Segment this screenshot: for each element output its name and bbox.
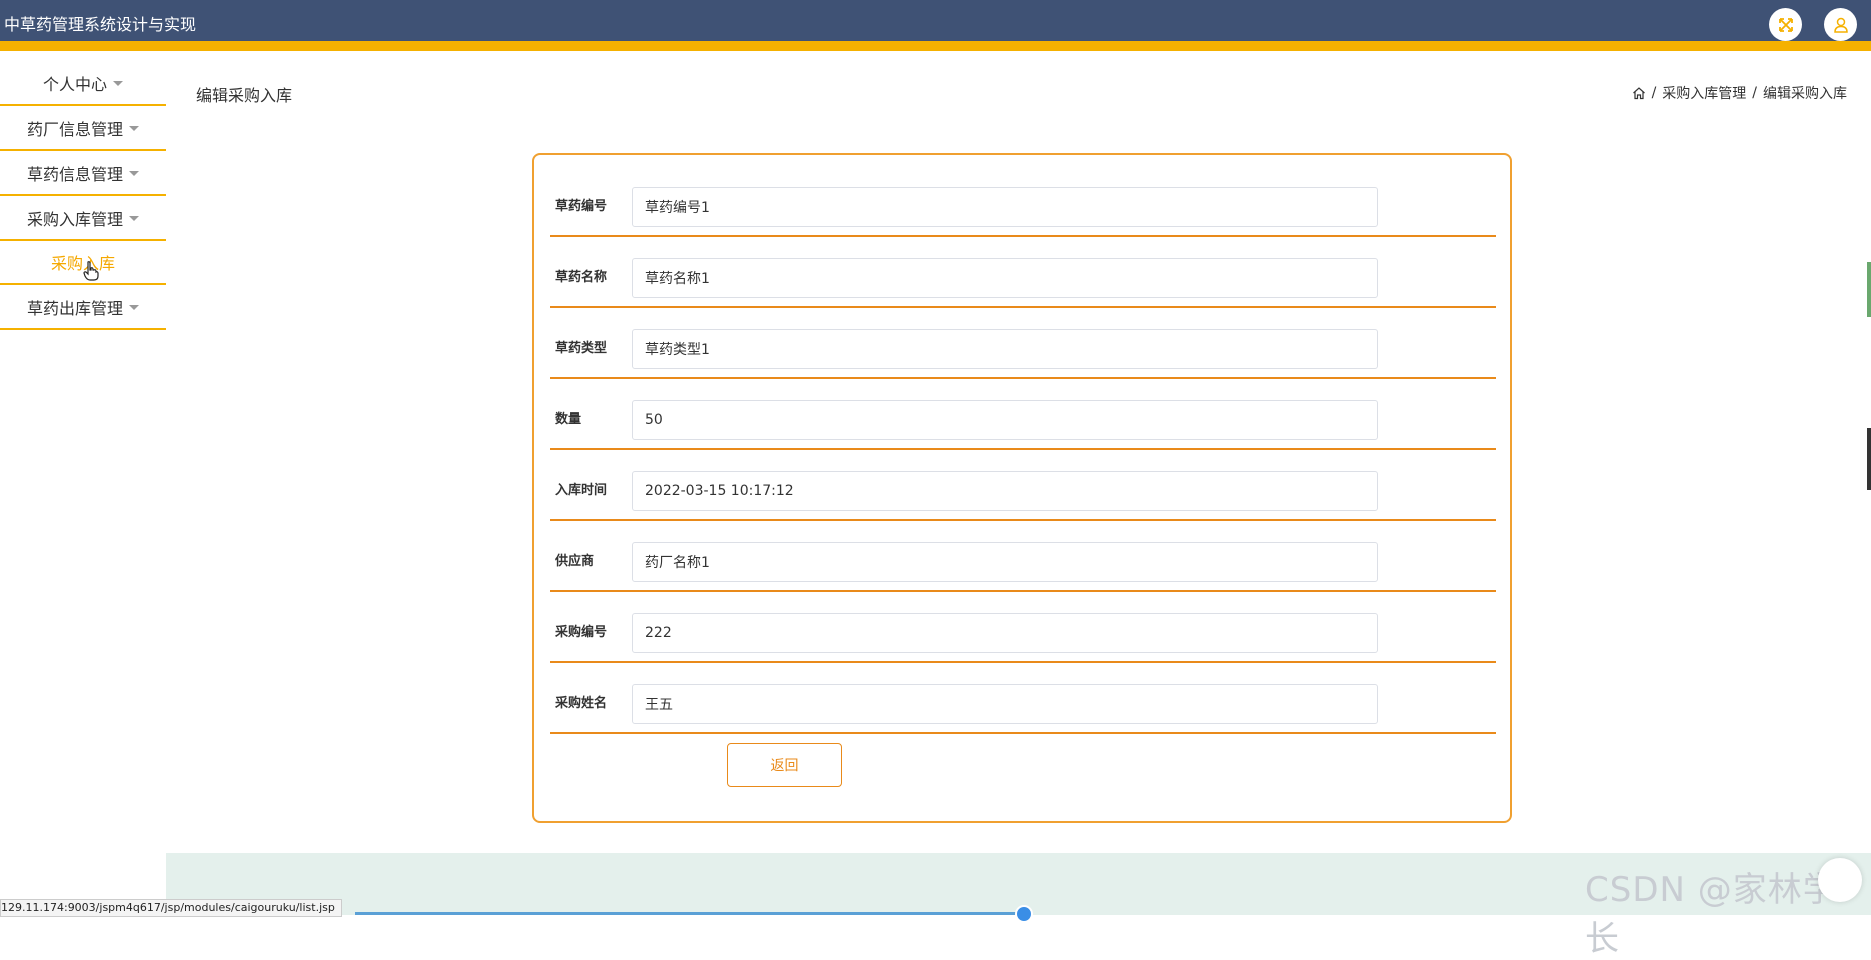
field-label: 采购姓名 xyxy=(555,696,608,711)
herb-name-input[interactable] xyxy=(632,258,1378,298)
form-row-herb-type: 草药类型 xyxy=(550,310,1496,379)
form-row-supplier: 供应商 xyxy=(550,523,1496,592)
sidebar-item-label: 药厂信息管理 xyxy=(26,119,123,139)
stock-time-input[interactable] xyxy=(632,471,1378,511)
form-row-herb-code: 草药编号 xyxy=(550,168,1496,237)
supplier-input[interactable] xyxy=(632,542,1378,582)
hand-cursor-icon xyxy=(83,261,99,281)
form-row-herb-name: 草药名称 xyxy=(550,239,1496,308)
breadcrumb: / 采购入库管理 / 编辑采购入库 xyxy=(1632,83,1847,103)
breadcrumb-separator: / xyxy=(1651,85,1657,101)
user-icon xyxy=(1833,17,1848,33)
side-edge-tab[interactable] xyxy=(1867,428,1871,490)
field-label: 草药编号 xyxy=(555,199,608,214)
quantity-input[interactable] xyxy=(632,400,1378,440)
back-button[interactable]: 返回 xyxy=(727,743,842,787)
sidebar-item-factory-info[interactable]: 药厂信息管理 xyxy=(0,106,166,151)
caret-down-icon xyxy=(129,126,139,131)
form-row-stock-time: 入库时间 xyxy=(550,452,1496,521)
purchaser-name-input[interactable] xyxy=(632,684,1378,724)
side-edge-tab[interactable] xyxy=(1867,262,1871,317)
purchase-code-input[interactable] xyxy=(632,613,1378,653)
sidebar-item-personal-center[interactable]: 个人中心 xyxy=(0,61,166,106)
sidebar-item-purchase-stock[interactable]: 采购入库管理 xyxy=(0,196,166,241)
fullscreen-icon[interactable] xyxy=(1769,8,1802,41)
status-bar-url: 129.11.174:9003/jspm4q617/jsp/modules/ca… xyxy=(0,899,342,917)
form-row-purchase-code: 采购编号 xyxy=(550,594,1496,663)
breadcrumb-separator: / xyxy=(1752,85,1757,101)
sidebar-item-label: 草药出库管理 xyxy=(26,298,123,318)
field-label: 数量 xyxy=(555,412,582,427)
form-row-quantity: 数量 xyxy=(550,381,1496,450)
sidebar-subitem-purchase-stock[interactable]: 采购入库 xyxy=(0,241,166,285)
field-label: 草药类型 xyxy=(555,341,608,356)
user-avatar-icon[interactable] xyxy=(1824,8,1857,41)
caret-down-icon xyxy=(129,171,139,176)
field-label: 草药名称 xyxy=(555,270,608,285)
herb-type-input[interactable] xyxy=(632,329,1378,369)
page-title: 编辑采购入库 xyxy=(196,86,293,105)
breadcrumb-item-purchase-stock[interactable]: 采购入库管理 xyxy=(1662,83,1746,103)
field-label: 采购编号 xyxy=(555,625,608,640)
sidebar-item-herb-info[interactable]: 草药信息管理 xyxy=(0,151,166,196)
sidebar-menu: 个人中心 药厂信息管理 草药信息管理 采购入库管理 采购入库 草药出库管理 xyxy=(0,61,166,330)
caret-down-icon xyxy=(113,81,123,86)
field-label: 供应商 xyxy=(555,554,595,569)
scrollbar-thumb[interactable] xyxy=(1015,905,1033,923)
caret-down-icon xyxy=(129,305,139,310)
top-bar: 中草药管理系统设计与实现 xyxy=(0,0,1871,51)
edit-form-card: 草药编号 草药名称 草药类型 数量 入库时间 供应商 采购编号 采购姓名 返回 xyxy=(532,153,1512,823)
home-icon[interactable] xyxy=(1632,86,1646,100)
sidebar-item-label: 采购入库管理 xyxy=(26,209,123,229)
caret-down-icon xyxy=(129,216,139,221)
sidebar-item-label: 个人中心 xyxy=(42,74,107,94)
field-label: 入库时间 xyxy=(555,483,608,498)
form-row-purchaser-name: 采购姓名 xyxy=(550,665,1496,734)
sidebar-item-herb-outbound[interactable]: 草药出库管理 xyxy=(0,285,166,330)
floating-action-button[interactable] xyxy=(1818,858,1862,902)
breadcrumb-item-current: 编辑采购入库 xyxy=(1763,86,1847,102)
herb-code-input[interactable] xyxy=(632,187,1378,227)
sidebar-item-label: 草药信息管理 xyxy=(26,164,123,184)
app-title: 中草药管理系统设计与实现 xyxy=(4,15,197,34)
expand-arrows-icon xyxy=(1778,17,1793,32)
